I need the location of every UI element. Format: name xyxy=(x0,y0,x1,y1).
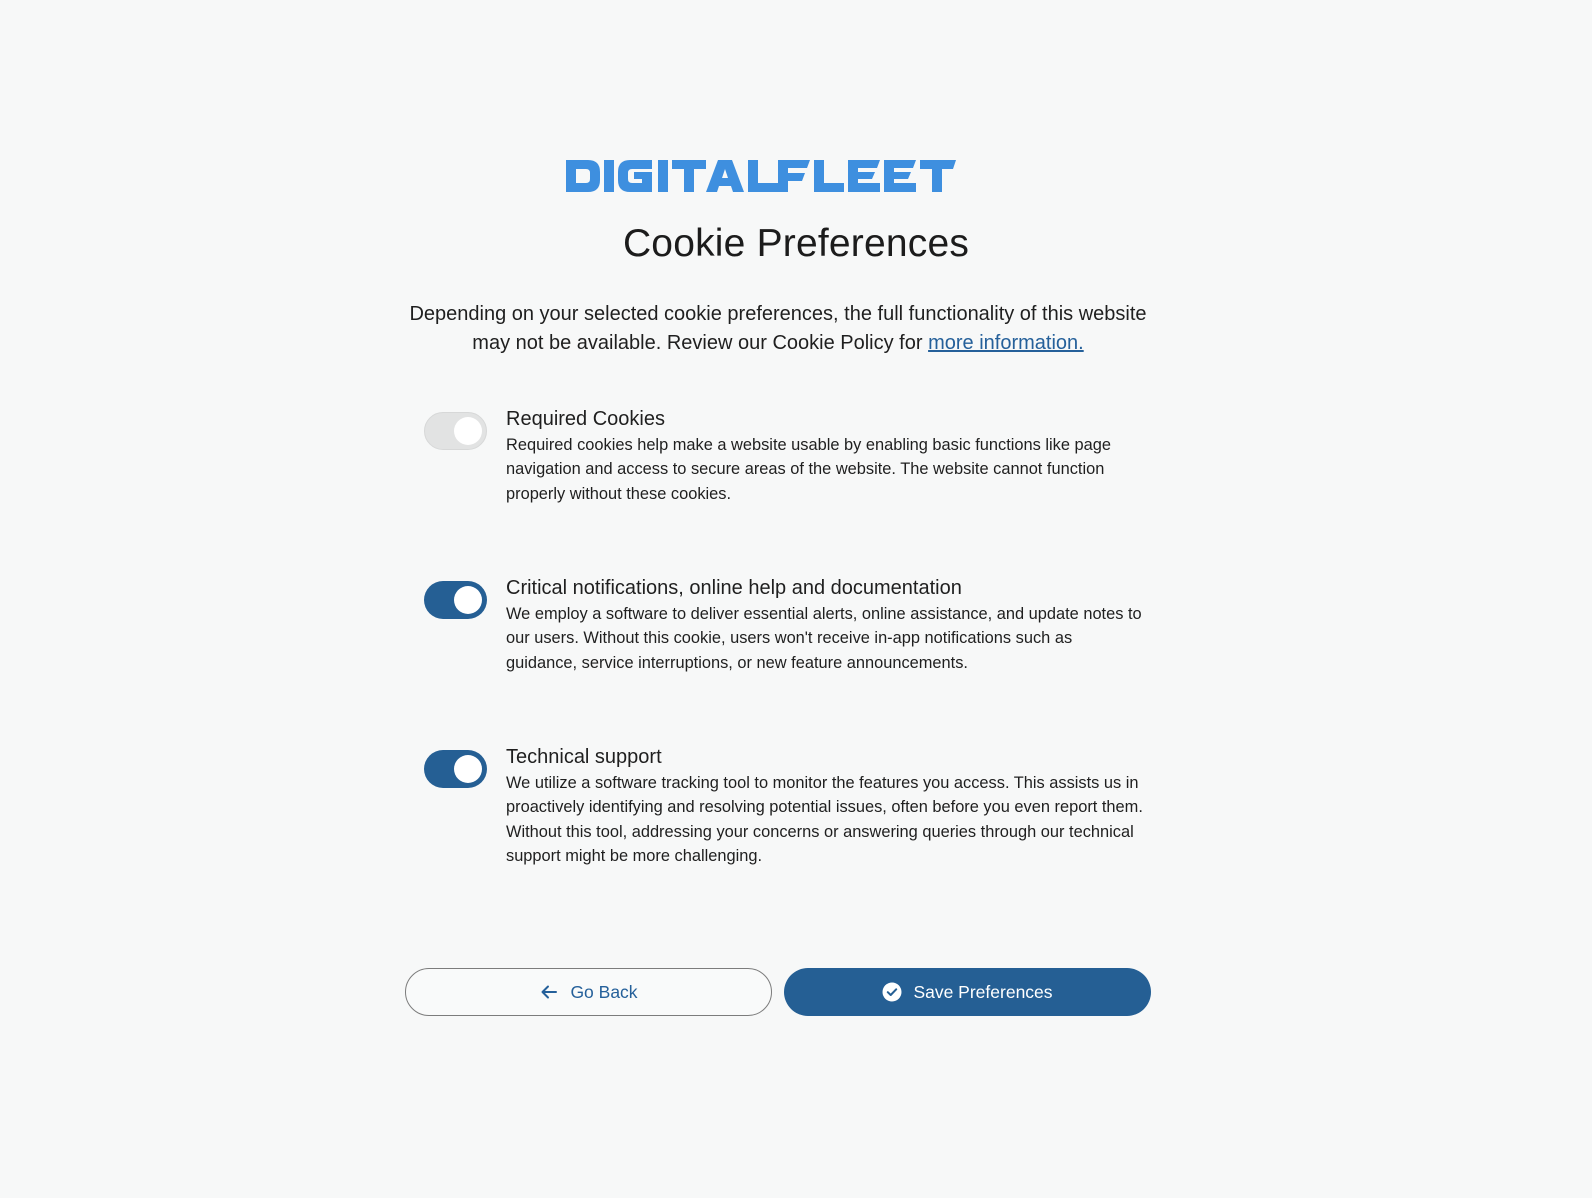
preference-text: Critical notifications, online help and … xyxy=(506,575,1146,675)
check-circle-icon xyxy=(882,982,902,1002)
required-cookies-toggle xyxy=(424,412,487,450)
preference-description: Required cookies help make a website usa… xyxy=(506,436,1112,503)
go-back-label: Go Back xyxy=(570,981,638,1002)
go-back-button[interactable]: Go Back xyxy=(405,968,772,1016)
preference-description: We employ a software to deliver essentia… xyxy=(506,605,1142,672)
critical-notifications-toggle[interactable] xyxy=(424,581,487,619)
preference-name: Required Cookies xyxy=(506,408,665,430)
more-information-link[interactable]: more information. xyxy=(928,332,1084,354)
preference-name: Technical support xyxy=(506,746,662,768)
preference-text: Required Cookies Required cookies help m… xyxy=(506,406,1146,506)
toggle-knob xyxy=(454,586,482,614)
logo-wordmark: .lg { fill: #3e8fdf; } xyxy=(566,160,956,192)
preference-description: We utilize a software tracking tool to m… xyxy=(506,774,1143,865)
technical-support-toggle[interactable] xyxy=(424,750,487,788)
preference-name: Critical notifications, online help and … xyxy=(506,577,962,599)
arrow-left-icon xyxy=(539,982,559,1002)
preference-text: Technical support We utilize a software … xyxy=(506,744,1146,868)
save-preferences-label: Save Preferences xyxy=(913,981,1053,1002)
page-title: Cookie Preferences xyxy=(622,222,970,265)
intro-paragraph: Depending on your selected cookie prefer… xyxy=(396,300,1160,358)
toggle-knob xyxy=(454,755,482,783)
cookie-preferences-page: .lg { fill: #3e8fdf; } xyxy=(0,0,1592,1198)
toggle-knob xyxy=(454,417,482,445)
digitalfleet-logo: .lg { fill: #3e8fdf; } xyxy=(566,154,988,198)
save-preferences-button[interactable]: Save Preferences xyxy=(784,968,1151,1016)
